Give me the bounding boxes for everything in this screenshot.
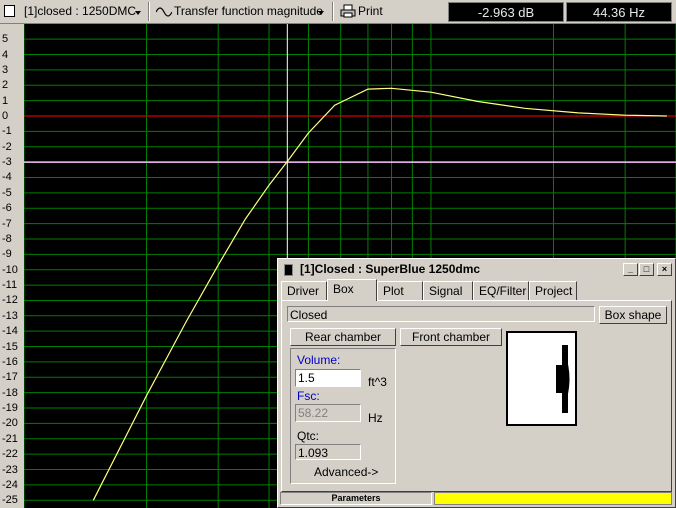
tab-project[interactable]: Project	[529, 281, 577, 300]
y-tick-label: 0	[2, 110, 9, 122]
printer-icon	[340, 4, 356, 18]
tab-box[interactable]: Box	[327, 279, 377, 301]
box-dialog: [1]Closed : SuperBlue 1250dmc _ □ × Driv…	[277, 258, 676, 508]
fsc-unit: Hz	[368, 411, 383, 425]
y-tick-label: -17	[2, 371, 18, 384]
fsc-label: Fsc:	[297, 389, 320, 403]
y-tick-label: -5	[2, 186, 12, 199]
y-tick-label: -12	[2, 294, 18, 307]
advanced-link[interactable]: Advanced->	[314, 465, 378, 479]
box-type-field[interactable]: Closed	[287, 306, 595, 322]
y-tick-label: -11	[2, 279, 18, 292]
y-tick-label: 1	[2, 94, 9, 107]
y-tick-label: -15	[2, 340, 18, 353]
toolbar-separator	[148, 2, 150, 21]
y-tick-label: -22	[2, 448, 18, 461]
minimize-icon[interactable]: _	[623, 263, 638, 276]
box-shape-button[interactable]: Box shape	[599, 306, 667, 324]
y-tick-label: -14	[2, 325, 18, 338]
y-tick-label: 2	[2, 79, 9, 92]
print-button[interactable]: Print	[338, 2, 398, 21]
y-tick-label: -1	[2, 125, 12, 138]
volume-input[interactable]: 1.5	[295, 369, 361, 387]
y-tick-label: -3	[2, 156, 12, 169]
qtc-label: Qtc:	[297, 429, 320, 443]
mode-selector[interactable]: Transfer function magnitude	[154, 2, 328, 21]
dialog-title-bar[interactable]: [1]Closed : SuperBlue 1250dmc _ □ ×	[280, 261, 673, 279]
dialog-title: [1]Closed : SuperBlue 1250dmc	[300, 262, 481, 276]
y-tick-label: -4	[2, 171, 12, 184]
y-tick-label: -23	[2, 463, 18, 476]
chevron-down-icon	[318, 11, 324, 15]
toolbar-separator	[332, 2, 334, 21]
frequency-readout: 44.36 Hz	[566, 2, 672, 22]
box-preview	[506, 331, 577, 426]
tab-driver[interactable]: Driver	[281, 281, 327, 300]
y-tick-label: -24	[2, 478, 18, 491]
level-readout: -2.963 dB	[448, 2, 564, 22]
document-icon	[4, 5, 15, 17]
y-tick-label: -21	[2, 432, 18, 445]
y-tick-label: -20	[2, 417, 18, 430]
y-tick-label: 3	[2, 63, 9, 76]
print-label: Print	[358, 4, 383, 18]
rear-chamber-button[interactable]: Rear chamber	[290, 328, 396, 346]
maximize-icon[interactable]: □	[639, 263, 654, 276]
tab-plot[interactable]: Plot	[377, 281, 423, 300]
toolbar: [1]closed : 1250DMC Transfer function ma…	[0, 0, 676, 24]
y-tick-label: 5	[2, 33, 9, 46]
y-tick-label: -19	[2, 402, 18, 415]
y-tick-label: -8	[2, 232, 12, 245]
y-tick-label: -25	[2, 494, 18, 507]
sine-wave-icon	[156, 7, 172, 17]
chevron-down-icon	[135, 11, 141, 15]
fsc-field: 58.22	[295, 404, 361, 422]
y-axis: 5 4 3 2 1 0 -1 -2 -3 -4 -5 -6 -7 -8 -9 -10 -11 -12 -13 -14 -…	[0, 24, 24, 508]
box-tab-panel: Closed Box shape Rear chamber Front cham…	[281, 300, 672, 492]
y-tick-label: -7	[2, 217, 12, 230]
y-tick-label: -18	[2, 386, 18, 399]
document-selector-label: [1]closed : 1250DMC	[24, 4, 137, 18]
close-icon[interactable]: ×	[657, 263, 672, 276]
mode-selector-label: Transfer function magnitude	[174, 4, 323, 18]
status-progress-bar	[434, 492, 672, 505]
y-tick-label: -9	[2, 248, 12, 261]
volume-unit: ft^3	[368, 375, 387, 389]
volume-label: Volume:	[297, 353, 341, 367]
front-chamber-button[interactable]: Front chamber	[400, 328, 502, 346]
y-tick-label: -13	[2, 309, 18, 322]
status-bar: Parameters	[278, 491, 675, 507]
y-tick-label: -16	[2, 355, 18, 368]
status-label: Parameters	[280, 492, 432, 505]
y-tick-label: -2	[2, 140, 12, 153]
tab-eq-filter[interactable]: EQ/Filter	[473, 281, 529, 300]
document-selector[interactable]: [1]closed : 1250DMC	[2, 2, 144, 21]
y-tick-label: 4	[2, 48, 9, 61]
tab-signal[interactable]: Signal	[423, 281, 473, 300]
speaker-icon	[284, 264, 293, 276]
y-tick-label: -10	[2, 263, 18, 276]
y-tick-label: -6	[2, 202, 12, 215]
qtc-field: 1.093	[295, 444, 361, 460]
